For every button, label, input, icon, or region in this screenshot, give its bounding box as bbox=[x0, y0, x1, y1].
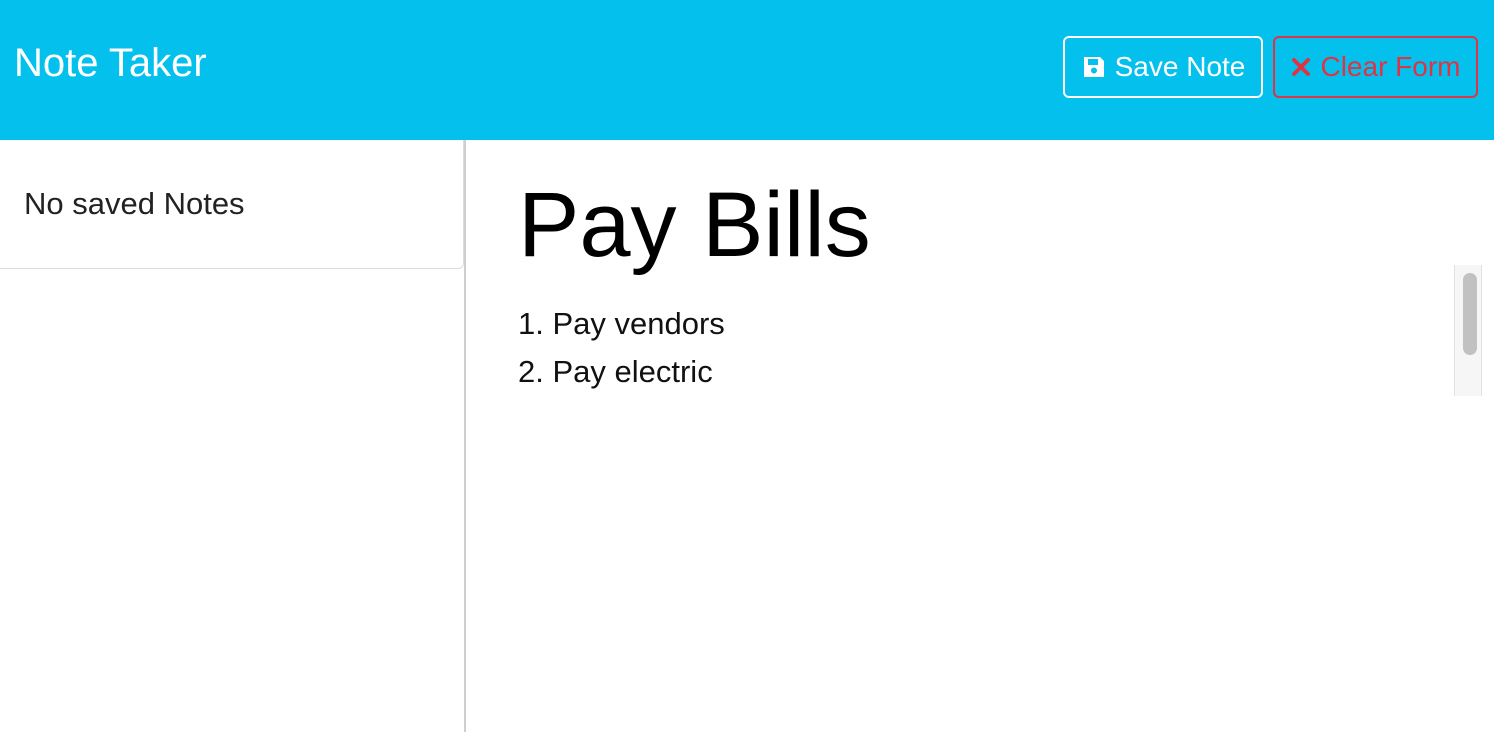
empty-notes-message: No saved Notes bbox=[24, 186, 245, 221]
app-title[interactable]: Note Taker bbox=[14, 38, 207, 88]
top-navbar: Note Taker Save Note Clear Form bbox=[0, 0, 1494, 140]
clear-form-button[interactable]: Clear Form bbox=[1273, 36, 1478, 98]
saved-notes-list: No saved Notes bbox=[0, 140, 464, 269]
note-line: 1. Pay vendors bbox=[518, 306, 725, 341]
saved-notes-sidebar: No saved Notes bbox=[0, 140, 466, 732]
note-text-scrollbar[interactable] bbox=[1454, 265, 1482, 396]
note-title-input[interactable]: Pay Bills bbox=[518, 170, 871, 280]
note-line: 2. Pay electric bbox=[518, 354, 713, 389]
note-text-area[interactable]: 1. Pay vendors 2. Pay electric bbox=[518, 300, 1448, 396]
clear-form-label: Clear Form bbox=[1320, 51, 1461, 82]
scrollbar-thumb[interactable] bbox=[1463, 273, 1477, 355]
floppy-disk-icon bbox=[1081, 54, 1107, 80]
save-note-label: Save Note bbox=[1114, 51, 1246, 82]
x-mark-icon bbox=[1290, 56, 1312, 78]
note-editor: Pay Bills 1. Pay vendors 2. Pay electric bbox=[468, 140, 1494, 732]
save-note-button[interactable]: Save Note bbox=[1063, 36, 1263, 98]
